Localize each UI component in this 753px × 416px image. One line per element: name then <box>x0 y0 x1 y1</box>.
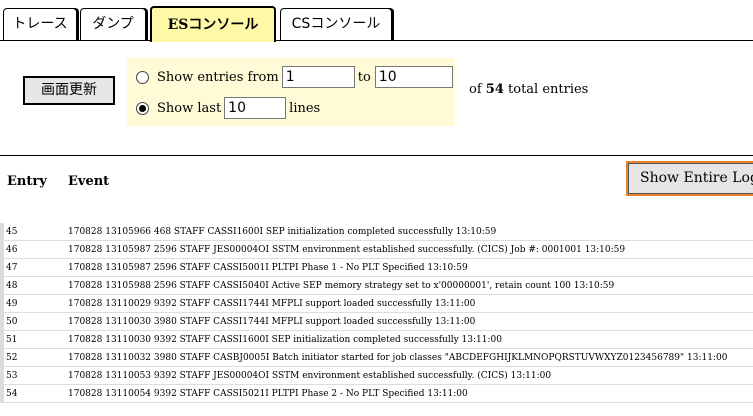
row-event: 170828 13110054 9392 STAFF CASSI5021I PL… <box>68 389 468 399</box>
row-event: 170828 13105988 2596 STAFF CASSI5040I Ac… <box>68 281 615 291</box>
table-row: 53 170828 13110053 9392 STAFF JES00004OI … <box>0 367 753 385</box>
table-row: 49 170828 13110029 9392 STAFF CASSI1744I … <box>0 295 753 313</box>
table-row: 45 170828 13105966 468 STAFF CASSI1600I S… <box>0 223 753 241</box>
row-entry: 50 <box>6 317 18 327</box>
row-entry: 51 <box>6 335 18 345</box>
row-entry: 53 <box>6 371 18 381</box>
column-header-entry: Entry <box>7 174 47 189</box>
total-suffix: total entries <box>508 82 589 97</box>
row-entry: 46 <box>6 245 18 255</box>
row-event: 170828 13110053 9392 STAFF JES00004OI SS… <box>68 371 552 381</box>
show-entire-log-button[interactable]: Show Entire Log <box>626 161 753 196</box>
table-row: 48 170828 13105988 2596 STAFF CASSI5040I … <box>0 277 753 295</box>
show-last-row: Show last 10 lines <box>136 96 320 120</box>
row-event: 170828 13105987 2596 STAFF JES00004OI SS… <box>68 245 626 255</box>
to-label: to <box>357 69 371 85</box>
row-event: 170828 13110032 3980 STAFF CASBJ0005I Ba… <box>68 353 728 363</box>
row-entry: 45 <box>6 227 18 237</box>
row-entry: 48 <box>6 281 18 291</box>
entry-range-options: Show entries from 1 to 10 Show last 10 l… <box>127 58 455 126</box>
row-entry: 47 <box>6 263 18 273</box>
tab-es-console[interactable]: ESコンソール <box>150 6 276 42</box>
column-header-event: Event <box>68 174 110 189</box>
section-divider <box>0 155 753 156</box>
row-event: 170828 13105966 468 STAFF CASSI1600I SEP… <box>68 227 497 237</box>
tab-dump[interactable]: ダンプ <box>80 8 146 40</box>
table-row: 46 170828 13105987 2596 STAFF JES00004OI … <box>0 241 753 259</box>
table-row: 51 170828 13110030 9392 STAFF CASSI1600I … <box>0 331 753 349</box>
show-entire-log-label: Show Entire Log <box>640 170 753 186</box>
show-entries-from-label: Show entries from <box>157 69 279 85</box>
show-last-label: Show last <box>157 100 222 116</box>
show-last-radio[interactable] <box>136 101 149 115</box>
to-input[interactable]: 10 <box>374 66 453 88</box>
tab-cs-console[interactable]: CSコンソール <box>280 8 392 40</box>
show-range-row: Show entries from 1 to 10 <box>136 65 453 89</box>
row-entry: 54 <box>6 389 18 399</box>
table-row: 50 170828 13110030 3980 STAFF CASSI1744I … <box>0 313 753 331</box>
row-event: 170828 13110030 3980 STAFF CASSI1744I MF… <box>68 317 476 327</box>
table-row: 52 170828 13110032 3980 STAFF CASBJ0005I … <box>0 349 753 367</box>
refresh-button[interactable]: 画面更新 <box>23 76 115 105</box>
row-entry: 52 <box>6 353 18 363</box>
total-count: 54 <box>485 82 504 97</box>
total-prefix: of <box>469 82 482 97</box>
row-event: 170828 13110030 9392 STAFF CASSI1600I SE… <box>68 335 502 345</box>
table-row: 54 170828 13110054 9392 STAFF CASSI5021I … <box>0 385 753 403</box>
last-input[interactable]: 10 <box>224 97 287 119</box>
from-input[interactable]: 1 <box>281 66 355 88</box>
tab-baseline <box>0 40 753 41</box>
row-event: 170828 13105987 2596 STAFF CASSI5001I PL… <box>68 263 468 273</box>
log-table: 45 170828 13105966 468 STAFF CASSI1600I S… <box>0 223 753 403</box>
total-entries: of 54 total entries <box>469 82 588 97</box>
row-event: 170828 13110029 9392 STAFF CASSI1744I MF… <box>68 299 476 309</box>
table-row: 47 170828 13105987 2596 STAFF CASSI5001I … <box>0 259 753 277</box>
show-range-radio[interactable] <box>136 70 149 84</box>
row-entry: 49 <box>6 299 18 309</box>
tab-bar: トレース ダンプ ESコンソール CSコンソール <box>0 0 753 42</box>
tab-trace[interactable]: トレース <box>3 8 77 40</box>
lines-label: lines <box>289 100 321 116</box>
